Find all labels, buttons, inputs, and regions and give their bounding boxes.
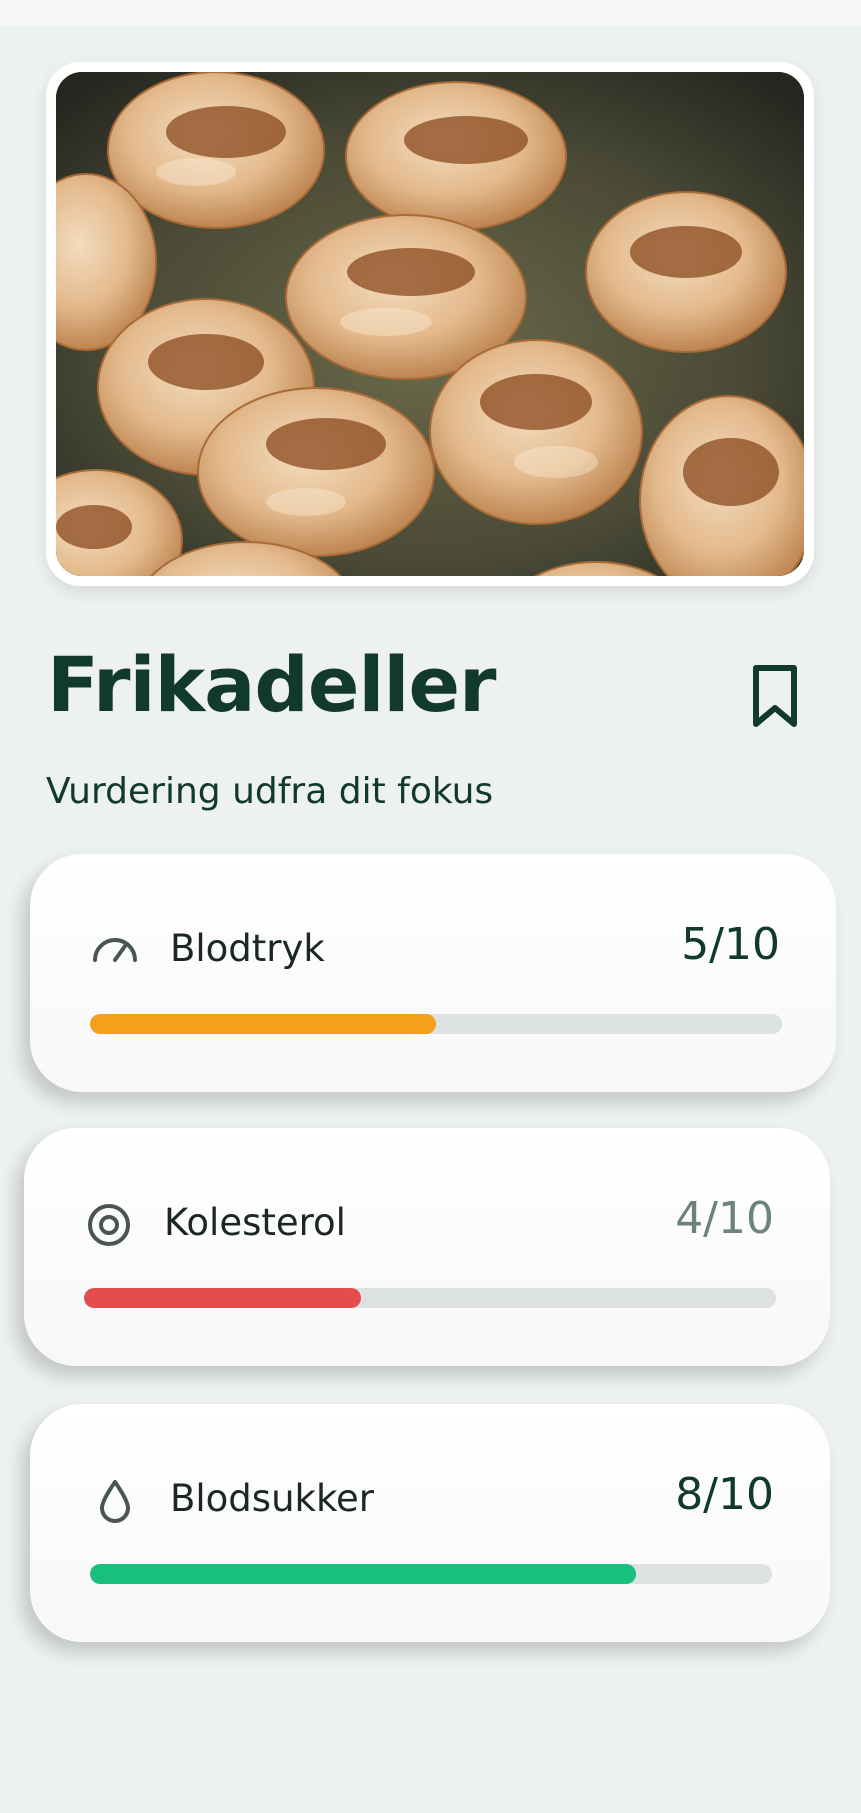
rating-subtitle: Vurdering udfra dit fokus	[46, 771, 494, 812]
target-icon	[84, 1200, 134, 1250]
droplet-icon	[90, 1476, 140, 1526]
rating-progress-fill	[84, 1288, 361, 1308]
rating-score: 5/10	[681, 919, 780, 970]
rating-label: Kolesterol	[164, 1201, 346, 1244]
rating-card-kolesterol: Kolesterol 4/10	[24, 1128, 830, 1366]
rating-progress-fill	[90, 1014, 436, 1034]
rating-progress-track	[84, 1288, 776, 1308]
food-photo	[56, 72, 804, 576]
bookmark-button[interactable]	[746, 662, 804, 730]
rating-progress-track	[90, 1564, 772, 1584]
rating-progress-track	[90, 1014, 782, 1034]
rating-card-blodtryk: Blodtryk 5/10	[30, 854, 836, 1092]
gauge-icon	[90, 926, 140, 976]
rating-score: 4/10	[675, 1193, 774, 1244]
recipe-title: Frikadeller	[47, 640, 496, 729]
rating-label: Blodsukker	[170, 1477, 375, 1520]
rating-score: 8/10	[675, 1469, 774, 1520]
rating-progress-fill	[90, 1564, 636, 1584]
bookmark-icon	[753, 665, 797, 727]
status-bar-area	[0, 0, 861, 26]
recipe-image-card	[46, 62, 814, 586]
rating-label: Blodtryk	[170, 927, 325, 970]
rating-card-blodsukker: Blodsukker 8/10	[30, 1404, 830, 1642]
